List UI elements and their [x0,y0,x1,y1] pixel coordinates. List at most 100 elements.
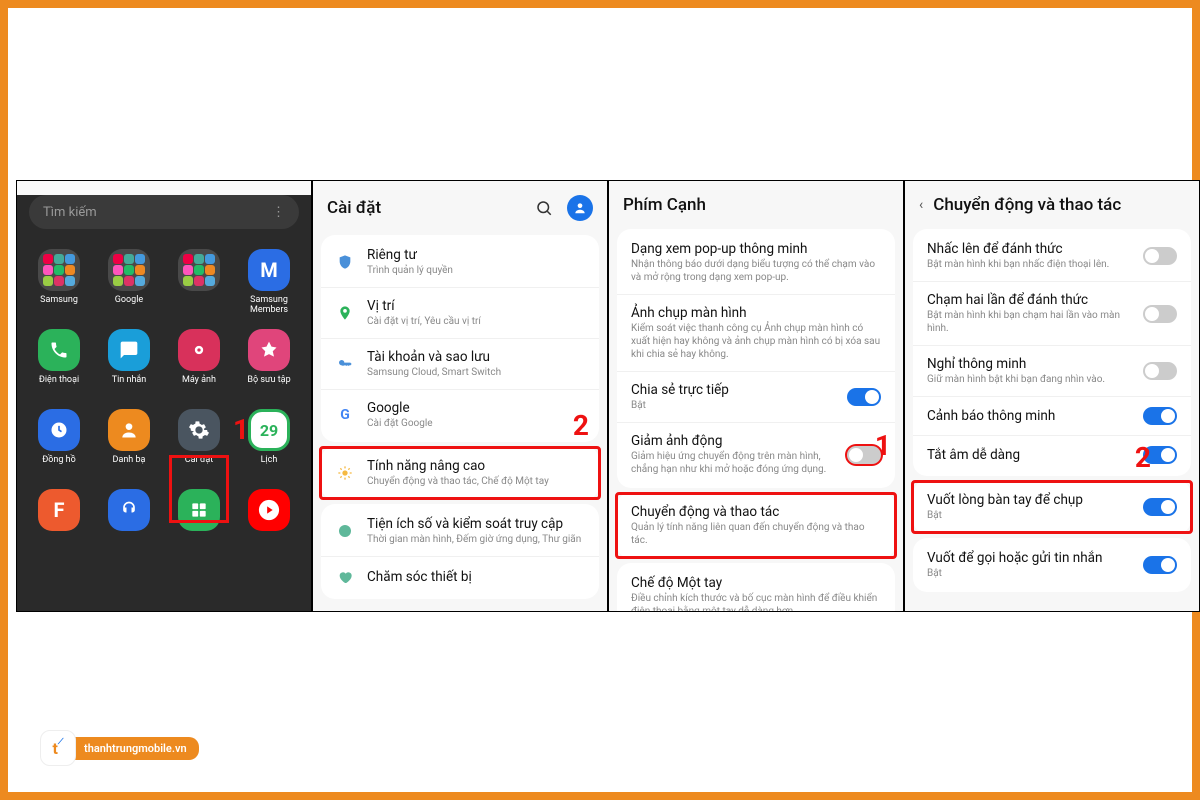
setting-row-vu-t-l-ng-b-n-tay-ch-p[interactable]: Vuốt lòng bàn tay để chụpBật [913,482,1191,532]
app-samsung-members[interactable]: M Samsung Members [235,243,303,321]
app-label: Samsung Members [235,295,303,315]
app-label: Đồng hồ [42,455,76,475]
row-subtitle: Nhận thông báo dưới dạng biểu tượng có t… [631,258,881,284]
setting-row-ngh-th-ng-minh[interactable]: Nghỉ thông minhGiữ màn hình bật khi bạn … [913,345,1191,396]
search-bar[interactable]: Tìm kiếm ⋮ [29,195,299,229]
toggle-switch[interactable] [847,388,881,406]
app-item-12[interactable]: F [25,483,93,561]
step-badge-2: 2 [573,409,589,442]
watermark-text: thanhtrungmobile.vn [66,737,199,760]
watermark-logo-icon: t⟋ [40,730,76,766]
panel-motion-gestures: ‹ Chuyển động và thao tác Nhấc lên để đá… [904,180,1200,612]
toggle-switch[interactable] [1143,362,1177,380]
row-subtitle: Quản lý tính năng liên quan đến chuyển đ… [631,521,881,547]
setting-row-chuy-n-ng-v-thao-t-c[interactable]: Chuyển động và thao tácQuản lý tính năng… [617,494,895,557]
setting-row-ch-m-s-c-thi-t-b-[interactable]: Chăm sóc thiết bị [321,556,599,597]
pin-icon [335,303,355,323]
app-samsung[interactable]: Samsung [25,243,93,321]
row-title: Tài khoản và sao lưu [367,349,585,365]
back-icon[interactable]: ‹ [919,197,923,213]
setting-row-ch-m-t-tay[interactable]: Chế độ Một tayĐiều chỉnh kích thước và b… [617,565,895,612]
app-danh-bạ[interactable]: Danh bạ [95,403,163,481]
app-item-2[interactable] [165,243,233,321]
row-subtitle: Cài đặt vị trí, Yêu cầu vị trí [367,315,585,328]
app-bộ-sưu-tập[interactable]: Bộ sưu tập [235,323,303,401]
app-label: Điện thoại [39,375,79,395]
row-subtitle: Samsung Cloud, Smart Switch [367,366,585,379]
row-title: Nhấc lên để đánh thức [927,241,1131,257]
chat-icon [108,329,150,371]
G-icon: G [335,405,355,425]
app-đồng-hồ[interactable]: Đồng hồ [25,403,93,481]
app-máy-ảnh[interactable]: Máy ảnh [165,323,233,401]
row-title: Giảm ảnh động [631,433,835,449]
29-icon: 29 [248,409,290,451]
folder-icon [108,249,150,291]
tutorial-frame: Tìm kiếm ⋮ Samsung Google M Samsung Members… [0,0,1200,800]
gear-icon [178,409,220,451]
row-title: Vuốt lòng bàn tay để chụp [927,492,1131,508]
app-item-14[interactable] [165,483,233,561]
toggle-switch[interactable] [1143,556,1177,574]
app-google[interactable]: Google [95,243,163,321]
row-title: Chia sẻ trực tiếp [631,382,835,398]
F-icon: F [38,489,80,531]
setting-row-nh-c-l-n-nh-th-c[interactable]: Nhấc lên để đánh thứcBật màn hình khi bạ… [913,231,1191,281]
account-avatar[interactable] [567,195,593,221]
row-subtitle: Thời gian màn hình, Đếm giờ ứng dụng, Th… [367,533,585,546]
panel-home-screen: Tìm kiếm ⋮ Samsung Google M Samsung Members… [16,180,312,612]
app-cài-đặt[interactable]: Cài đặt [165,403,233,481]
step-badge-1: 1 [233,413,249,446]
row-title: Chế độ Một tay [631,575,881,591]
panel-advanced-features: Phím Cạnh Dạng xem pop-up thông minhNhận… [608,180,904,612]
setting-row-t-nh-n-ng-n-ng-cao[interactable]: Tính năng nâng caoChuyển động và thao tá… [321,448,599,498]
setting-row-t-i-kho-n-v-sao-l-u[interactable]: Tài khoản và sao lưuSamsung Cloud, Smart… [321,338,599,389]
folder-icon [178,249,220,291]
app-item-13[interactable] [95,483,163,561]
setting-row--nh-ch-p-m-n-h-nh[interactable]: Ảnh chụp màn hìnhKiểm soát việc thanh cô… [617,294,895,371]
app-điện-thoại[interactable]: Điện thoại [25,323,93,401]
toggle-switch[interactable] [1143,407,1177,425]
app-tin-nhắn[interactable]: Tin nhắn [95,323,163,401]
row-title: Dạng xem pop-up thông minh [631,241,881,257]
care-icon [335,567,355,587]
row-title: Riêng tư [367,247,585,263]
settings-title: Cài đặt [327,198,521,218]
row-subtitle: Bật màn hình khi bạn nhấc điện thoại lên… [927,258,1131,271]
head-icon [108,489,150,531]
row-subtitle: Chuyển động và thao tác, Chế độ Một tay [367,475,585,488]
setting-row-vu-t-g-i-ho-c-g-i-tin-nh-n[interactable]: Vuốt để gọi hoặc gửi tin nhắnBật [913,540,1191,590]
cam-icon [178,329,220,371]
setting-row-ri-ng-t-[interactable]: Riêng tưTrình quản lý quyền [321,237,599,287]
row-subtitle: Kiểm soát việc thanh công cụ Ảnh chụp mà… [631,322,881,361]
app-item-15[interactable] [235,483,303,561]
setting-row-c-nh-b-o-th-ng-minh[interactable]: Cảnh báo thông minh [913,396,1191,435]
row-title: Tiện ích số và kiểm soát truy cập [367,516,585,532]
setting-row-v-tr-[interactable]: Vị tríCài đặt vị trí, Yêu cầu vị trí [321,287,599,338]
row-subtitle: Bật [631,399,835,412]
app-label: Cài đặt [185,455,213,475]
setting-row-google[interactable]: GGoogleCài đặt Google [321,389,599,440]
row-subtitle: Giữ màn hình bật khi bạn đang nhìn vào. [927,373,1131,386]
setting-row-ti-n-ch-s-v-ki-m-so-t-truy-c-p[interactable]: Tiện ích số và kiểm soát truy cậpThời gi… [321,506,599,556]
toggle-switch[interactable] [1143,498,1177,516]
row-subtitle: Bật màn hình khi bạn chạm hai lần vào mà… [927,309,1131,335]
app-label: Samsung [40,295,78,315]
panels-container: Tìm kiếm ⋮ Samsung Google M Samsung Members… [16,180,1200,612]
row-subtitle: Cài đặt Google [367,417,585,430]
gallery-icon [248,329,290,371]
toggle-switch[interactable] [1143,247,1177,265]
setting-row-d-ng-xem-pop-up-th-ng-minh[interactable]: Dạng xem pop-up thông minhNhận thông báo… [617,231,895,294]
clock-icon [38,409,80,451]
setting-row-chia-s-tr-c-ti-p[interactable]: Chia sẻ trực tiếpBật [617,371,895,422]
folder-icon [38,249,80,291]
app-label: Bộ sưu tập [247,375,290,395]
row-subtitle: Bật [927,567,1131,580]
M-icon: M [248,249,290,291]
row-subtitle: Bật [927,509,1131,522]
setting-row-gi-m-nh-ng[interactable]: Giảm ảnh độngGiảm hiệu ứng chuyển động t… [617,422,895,486]
toggle-switch[interactable] [1143,305,1177,323]
search-icon[interactable] [531,195,557,221]
more-icon[interactable]: ⋮ [272,205,285,220]
setting-row-ch-m-hai-l-n-nh-th-c[interactable]: Chạm hai lần để đánh thứcBật màn hình kh… [913,281,1191,345]
